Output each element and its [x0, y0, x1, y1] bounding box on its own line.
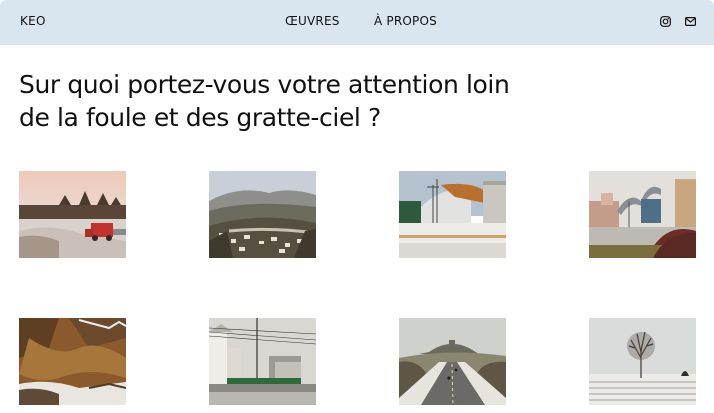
- instagram-icon[interactable]: [658, 14, 672, 28]
- photo-lone-tree-snow-field: [589, 318, 696, 405]
- photo-rock-cliff-snow: [19, 318, 126, 405]
- photo-quonset-hall-snow: [399, 171, 506, 258]
- page-headline: Sur quoi portez-vous votre attention loi…: [19, 68, 619, 134]
- photo-frozen-lake-red-tractor: [19, 171, 126, 258]
- top-header: KEO ŒUVRES À PROPOS: [0, 0, 714, 45]
- photo-hillside-town: [209, 171, 316, 258]
- brand-logo-link[interactable]: KEO: [20, 14, 46, 28]
- photo-houses-power-lines: [209, 318, 316, 405]
- page: KEO ŒUVRES À PROPOS Sur quoi portez-vous…: [0, 0, 714, 413]
- headline-line-2: de la foule et des gratte-ciel ?: [19, 103, 381, 132]
- photo-thumbnail-6[interactable]: [209, 318, 316, 405]
- photo-waterslide-pool: [589, 171, 696, 258]
- photo-thumbnail-7[interactable]: [399, 318, 506, 405]
- photo-thumbnail-1[interactable]: [19, 171, 126, 258]
- photo-thumbnail-3[interactable]: [399, 171, 506, 258]
- photo-thumbnail-2[interactable]: [209, 171, 316, 258]
- nav-link-oeuvres[interactable]: ŒUVRES: [285, 14, 340, 28]
- photo-road-to-hill-town: [399, 318, 506, 405]
- photo-thumbnail-8[interactable]: [589, 318, 696, 405]
- nav-link-a-propos[interactable]: À PROPOS: [374, 14, 437, 28]
- photo-thumbnail-4[interactable]: [589, 171, 696, 258]
- mail-icon[interactable]: [683, 14, 697, 28]
- photo-thumbnail-5[interactable]: [19, 318, 126, 405]
- headline-line-1: Sur quoi portez-vous votre attention loi…: [19, 70, 510, 99]
